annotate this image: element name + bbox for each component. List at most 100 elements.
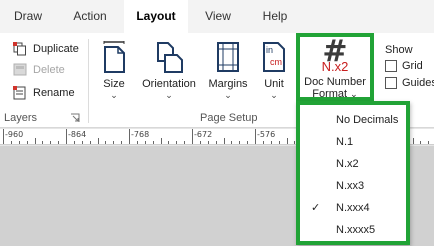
guides-checkbox[interactable]: Guides bbox=[385, 76, 434, 90]
chevron-down-icon: ⌄ bbox=[224, 90, 232, 100]
unit-icon-text-top: in bbox=[266, 45, 274, 55]
ruler-tick bbox=[105, 141, 106, 144]
ruler-tick bbox=[137, 141, 138, 144]
ruler-tick bbox=[50, 141, 51, 144]
ruler-tick bbox=[263, 141, 264, 144]
ruler-tick bbox=[129, 129, 130, 144]
ruler-tick bbox=[420, 141, 421, 144]
size-button[interactable]: Size ⌄ bbox=[97, 37, 131, 105]
ruler-tick bbox=[27, 141, 28, 144]
ruler-label: -672 bbox=[194, 130, 213, 139]
checkmark-icon: ✓ bbox=[311, 202, 321, 214]
ruler-label: -864 bbox=[68, 130, 87, 139]
page-setup-group-label: Page Setup bbox=[200, 112, 258, 124]
tab-action[interactable]: Action bbox=[56, 0, 124, 33]
checkbox-box[interactable] bbox=[385, 77, 397, 89]
doc-number-format-dropdown: No Decimals N.1 N.x2 N.xx3 ✓ N.xxx4 N.xx… bbox=[296, 101, 410, 245]
ruler-tick bbox=[208, 141, 209, 144]
page-size-icon bbox=[101, 41, 127, 76]
unit-icon: in cm bbox=[262, 41, 286, 73]
ruler-tick bbox=[82, 141, 83, 144]
rename-layer-button[interactable]: Rename bbox=[13, 84, 85, 102]
ruler-tick bbox=[239, 141, 240, 144]
unit-icon-text-bottom: cm bbox=[270, 57, 282, 67]
ruler-tick bbox=[66, 129, 67, 144]
ruler-tick bbox=[279, 141, 280, 144]
margins-icon bbox=[216, 41, 240, 76]
layers-group-label: Layers bbox=[4, 112, 38, 124]
delete-label: Delete bbox=[33, 64, 65, 76]
ruler-tick bbox=[271, 141, 272, 144]
ruler-label: -768 bbox=[131, 130, 150, 139]
ruler-tick bbox=[3, 129, 4, 144]
ruler-tick bbox=[74, 141, 75, 144]
margins-button[interactable]: Margins ⌄ bbox=[204, 37, 252, 105]
tab-layout[interactable]: Layout bbox=[124, 0, 188, 34]
tab-view[interactable]: View bbox=[188, 0, 248, 33]
ruler-tick bbox=[58, 141, 59, 144]
group-divider bbox=[88, 39, 89, 123]
ribbon-tab-bar: Draw Action Layout View Help bbox=[0, 0, 434, 34]
ruler-tick bbox=[98, 138, 99, 144]
tab-help[interactable]: Help bbox=[248, 0, 302, 33]
format-option-n1[interactable]: N.1 bbox=[300, 131, 406, 153]
ruler-label: -960 bbox=[5, 130, 24, 139]
rename-icon bbox=[13, 86, 27, 100]
duplicate-icon bbox=[13, 42, 27, 56]
format-option-label: No Decimals bbox=[336, 114, 399, 126]
format-label-text: Format bbox=[312, 88, 348, 100]
orientation-icon bbox=[155, 41, 183, 76]
dialog-launcher-icon[interactable] bbox=[70, 113, 80, 123]
doc-number-format-preview: N.x2 bbox=[321, 59, 349, 74]
orientation-button[interactable]: Orientation ⌄ bbox=[138, 37, 200, 105]
ruler-tick bbox=[90, 141, 91, 144]
format-option-nxx3[interactable]: N.xx3 bbox=[300, 175, 406, 197]
chevron-down-icon: ⌄ bbox=[165, 90, 173, 100]
tab-draw[interactable]: Draw bbox=[0, 0, 56, 33]
format-option-no-decimals[interactable]: No Decimals bbox=[300, 109, 406, 131]
ruler-tick bbox=[11, 141, 12, 144]
ruler-tick bbox=[19, 141, 20, 144]
format-option-label: N.xxx4 bbox=[336, 202, 370, 214]
doc-number-format-button[interactable]: # N.x2 Doc Number Format ⌄ bbox=[296, 33, 374, 101]
ruler-tick bbox=[287, 138, 288, 144]
ruler-tick bbox=[200, 141, 201, 144]
format-option-nxxx4[interactable]: ✓ N.xxx4 bbox=[300, 197, 406, 219]
ruler-tick bbox=[255, 129, 256, 144]
grid-checkbox[interactable]: Grid bbox=[385, 59, 433, 73]
ruler-tick bbox=[224, 138, 225, 144]
ruler-tick bbox=[153, 141, 154, 144]
format-label: Format ⌄ bbox=[300, 88, 370, 100]
format-option-label: N.x2 bbox=[336, 158, 359, 170]
ruler-tick bbox=[113, 141, 114, 144]
unit-button[interactable]: in cm Unit ⌄ bbox=[258, 37, 290, 105]
chevron-down-icon: ⌄ bbox=[350, 89, 358, 99]
duplicate-layer-button[interactable]: Duplicate bbox=[13, 40, 85, 58]
grid-label: Grid bbox=[402, 60, 423, 72]
ruler-tick bbox=[184, 141, 185, 144]
ruler-tick bbox=[176, 141, 177, 144]
chevron-down-icon: ⌄ bbox=[110, 90, 118, 100]
ruler-tick bbox=[192, 129, 193, 144]
ruler-tick bbox=[428, 141, 429, 144]
format-option-nxxxx5[interactable]: N.xxxx5 bbox=[300, 219, 406, 241]
checkbox-box[interactable] bbox=[385, 60, 397, 72]
ruler-tick bbox=[294, 141, 295, 144]
ruler-tick bbox=[35, 138, 36, 144]
guides-label: Guides bbox=[402, 77, 434, 89]
format-option-label: N.xx3 bbox=[336, 180, 365, 192]
rename-label: Rename bbox=[33, 87, 75, 99]
show-group-title: Show bbox=[385, 44, 413, 56]
format-option-label: N.1 bbox=[336, 136, 354, 148]
duplicate-label: Duplicate bbox=[33, 43, 79, 55]
ruler-label: -576 bbox=[257, 130, 276, 139]
ruler-tick bbox=[145, 141, 146, 144]
ruler-tick bbox=[121, 141, 122, 144]
delete-layer-button[interactable]: Delete bbox=[13, 61, 85, 79]
ruler-tick bbox=[216, 141, 217, 144]
ruler-tick bbox=[247, 141, 248, 144]
ruler-tick bbox=[168, 141, 169, 144]
format-option-label: N.xxxx5 bbox=[336, 224, 376, 236]
format-option-nx2[interactable]: N.x2 bbox=[300, 153, 406, 175]
ruler-tick bbox=[42, 141, 43, 144]
